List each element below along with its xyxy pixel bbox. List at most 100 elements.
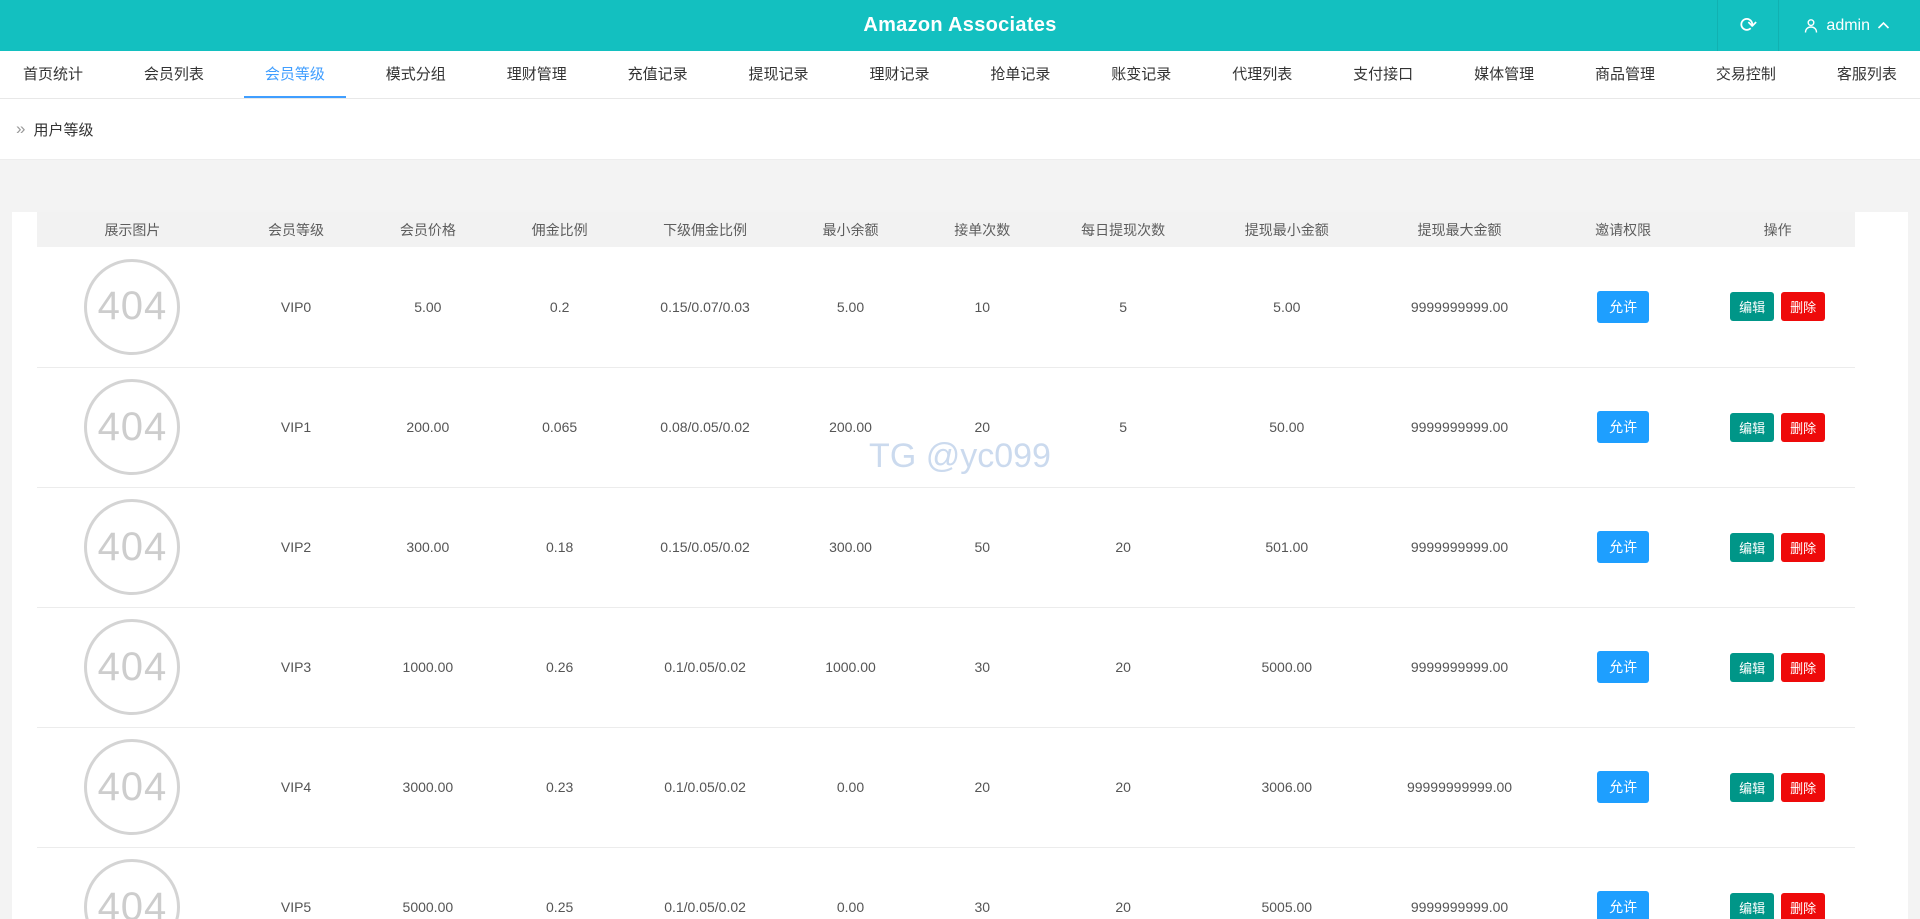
sub-commission-cell: 0.15/0.05/0.02 [627,487,783,608]
content-gap [0,160,1920,175]
delete-button[interactable]: 删除 [1781,292,1826,322]
invite-permission-cell: 允许 [1545,607,1701,728]
price-cell: 3000.00 [364,727,492,848]
column-header: 提现最小金额 [1200,212,1374,247]
actions-cell: 编辑 删除 [1700,727,1855,848]
min-balance-cell: 0.00 [782,847,919,919]
allow-button[interactable]: 允许 [1597,411,1650,443]
commission-cell: 0.23 [491,727,628,848]
placeholder-404-image: 404 [84,499,181,595]
delete-button[interactable]: 删除 [1781,892,1826,919]
daily-withdrawals-cell: 20 [1045,847,1201,919]
user-menu[interactable]: admin [1779,0,1920,51]
username: admin [1826,16,1870,34]
delete-button[interactable]: 删除 [1781,772,1826,802]
commission-cell: 0.065 [491,367,628,488]
display-image-cell: 404 [37,607,228,728]
refresh-icon: ⟳ [1739,14,1758,37]
daily-withdrawals-cell: 5 [1045,247,1201,368]
nav-tab-商品管理[interactable]: 商品管理 [1574,51,1676,98]
delete-button[interactable]: 删除 [1781,652,1826,682]
nav-tab-首页统计[interactable]: 首页统计 [2,51,104,98]
double-chevron-right-icon: » [16,119,26,138]
display-image-cell: 404 [37,247,228,368]
column-header: 邀请权限 [1545,212,1701,247]
nav-tab-支付接口[interactable]: 支付接口 [1332,51,1434,98]
order-count-cell: 30 [918,607,1046,728]
nav-tab-媒体管理[interactable]: 媒体管理 [1453,51,1555,98]
daily-withdrawals-cell: 20 [1045,487,1201,608]
display-image-cell: 404 [37,847,228,919]
sub-commission-cell: 0.1/0.05/0.02 [627,727,783,848]
content-panel: 展示图片 会员等级 会员价格 佣金比例 下级佣金比例 最小余额 接单次数 每日提现次数 提现最小… [12,212,1908,919]
nav-tab-客服列表[interactable]: 客服列表 [1816,51,1918,98]
nav-tab-代理列表[interactable]: 代理列表 [1211,51,1313,98]
column-header: 接单次数 [918,212,1046,247]
nav-tab-会员列表[interactable]: 会员列表 [123,51,225,98]
daily-withdrawals-cell: 5 [1045,367,1201,488]
level-cell: VIP5 [227,847,365,919]
nav-tab-理财管理[interactable]: 理财管理 [486,51,588,98]
actions-cell: 编辑 删除 [1700,247,1855,368]
nav-tab-抢单记录[interactable]: 抢单记录 [969,51,1071,98]
allow-button[interactable]: 允许 [1597,771,1650,803]
column-header: 会员等级 [227,212,365,247]
table-row: 404 VIP0 5.00 0.2 0.15/0.07/0.03 5.00 10… [37,247,1855,368]
edit-button[interactable]: 编辑 [1730,532,1775,562]
commission-cell: 0.18 [491,487,628,608]
nav-tab-会员等级[interactable]: 会员等级 [243,51,346,98]
refresh-button[interactable]: ⟳ [1717,0,1780,51]
nav-tab-模式分组[interactable]: 模式分组 [365,51,467,98]
invite-permission-cell: 允许 [1545,487,1701,608]
daily-withdrawals-cell: 20 [1045,727,1201,848]
price-cell: 5.00 [364,247,492,368]
main-nav: 首页统计 会员列表 会员等级 模式分组 理财管理 充值记录 提现记录 理财记录 … [0,51,1920,99]
delete-button[interactable]: 删除 [1781,532,1826,562]
level-cell: VIP3 [227,607,365,728]
withdraw-min-cell: 5000.00 [1200,607,1374,728]
levels-table: 展示图片 会员等级 会员价格 佣金比例 下级佣金比例 最小余额 接单次数 每日提现次数 提现最小… [37,212,1855,919]
invite-permission-cell: 允许 [1545,247,1701,368]
breadcrumb: » 用户等级 [0,99,1920,160]
invite-permission-cell: 允许 [1545,727,1701,848]
nav-tab-提现记录[interactable]: 提现记录 [728,51,830,98]
nav-tab-账变记录[interactable]: 账变记录 [1090,51,1192,98]
column-header: 操作 [1700,212,1855,247]
table-row: 404 VIP1 200.00 0.065 0.08/0.05/0.02 200… [37,367,1855,488]
actions-cell: 编辑 删除 [1700,847,1855,919]
edit-button[interactable]: 编辑 [1730,292,1775,322]
commission-cell: 0.2 [491,247,628,368]
level-cell: VIP1 [227,367,365,488]
edit-button[interactable]: 编辑 [1730,772,1775,802]
placeholder-404-image: 404 [84,859,181,919]
breadcrumb-label: 用户等级 [33,121,94,139]
column-header: 最小余额 [782,212,919,247]
order-count-cell: 20 [918,727,1046,848]
allow-button[interactable]: 允许 [1597,651,1650,683]
min-balance-cell: 300.00 [782,487,919,608]
nav-tab-充值记录[interactable]: 充值记录 [607,51,709,98]
edit-button[interactable]: 编辑 [1730,892,1775,919]
table-row: 404 VIP5 5000.00 0.25 0.1/0.05/0.02 0.00… [37,847,1855,919]
nav-tab-交易控制[interactable]: 交易控制 [1695,51,1797,98]
column-header: 下级佣金比例 [627,212,783,247]
sub-commission-cell: 0.15/0.07/0.03 [627,247,783,368]
actions-cell: 编辑 删除 [1700,487,1855,608]
edit-button[interactable]: 编辑 [1730,412,1775,442]
price-cell: 5000.00 [364,847,492,919]
placeholder-404-image: 404 [84,258,181,355]
price-cell: 1000.00 [364,607,492,728]
allow-button[interactable]: 允许 [1597,531,1650,563]
min-balance-cell: 1000.00 [782,607,919,728]
actions-cell: 编辑 删除 [1700,607,1855,728]
withdraw-min-cell: 5005.00 [1200,847,1374,919]
app-header: Amazon Associates ⟳ admin [0,0,1920,51]
delete-button[interactable]: 删除 [1781,412,1826,442]
page-title: Amazon Associates [863,14,1057,36]
nav-tab-理财记录[interactable]: 理财记录 [848,51,950,98]
edit-button[interactable]: 编辑 [1730,652,1775,682]
allow-button[interactable]: 允许 [1597,290,1650,323]
withdraw-min-cell: 501.00 [1200,487,1374,608]
allow-button[interactable]: 允许 [1597,891,1650,919]
order-count-cell: 30 [918,847,1046,919]
